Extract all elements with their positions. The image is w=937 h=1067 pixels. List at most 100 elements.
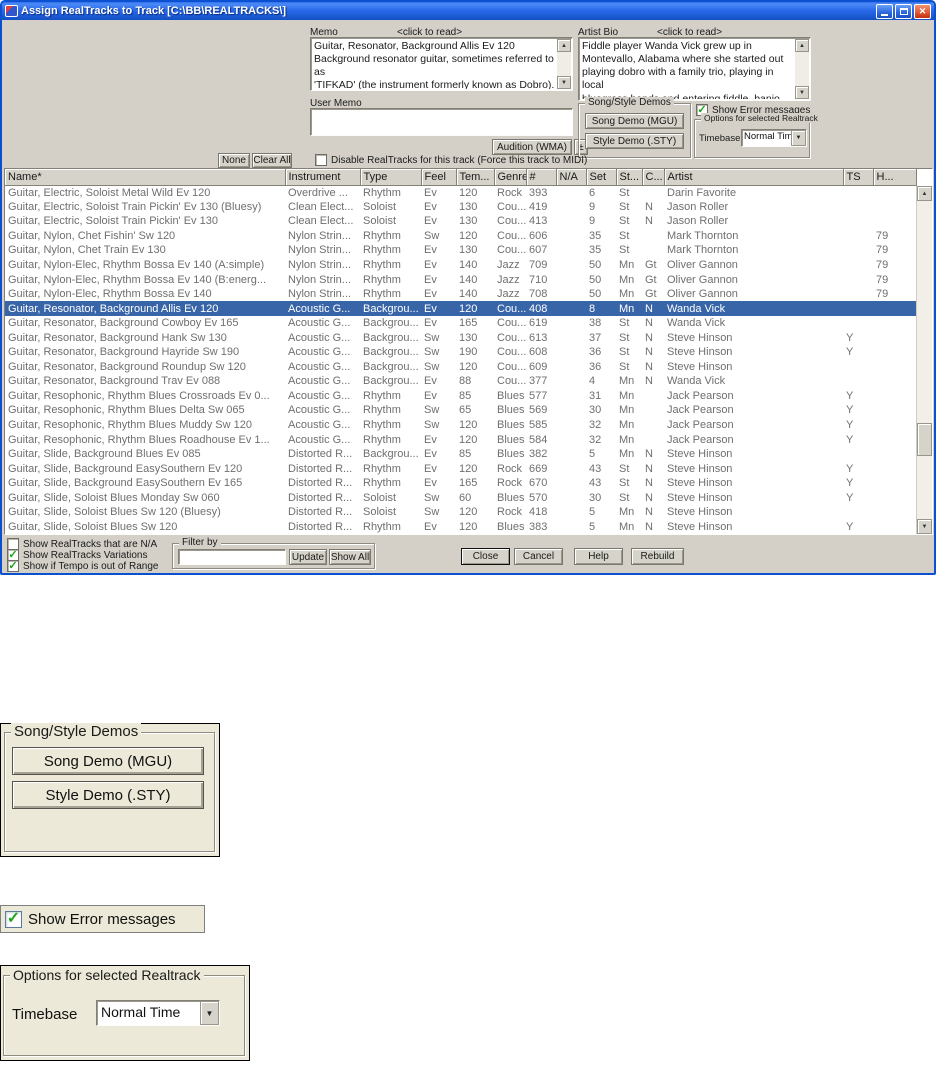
column-header-c[interactable]: C... xyxy=(642,169,665,186)
memo-text: Guitar, Resonator, Background Allis Ev 1… xyxy=(314,40,555,89)
song-demo-button[interactable]: Song Demo (MGU) xyxy=(585,113,684,129)
cell: Mn xyxy=(619,375,635,388)
realtracks-row[interactable]: Guitar, Slide, Background Blues Ev 085 Di… xyxy=(5,447,916,462)
cell xyxy=(556,374,586,389)
cell: 140 xyxy=(459,288,478,301)
checkbox-icon[interactable] xyxy=(315,154,327,166)
show-all-button[interactable]: Show All xyxy=(329,549,371,565)
realtracks-row[interactable]: Guitar, Nylon, Chet Fishin' Sw 120 Nylon … xyxy=(5,229,916,244)
column-header-genre[interactable]: Genre xyxy=(494,169,527,186)
cell: Cou... xyxy=(497,360,526,373)
realtracks-row[interactable]: Guitar, Resophonic, Rhythm Blues Muddy S… xyxy=(5,418,916,433)
user-memo-box[interactable] xyxy=(310,108,573,136)
timebase-dropdown[interactable]: Normal Time ▼ xyxy=(96,1000,220,1026)
column-header-artist[interactable]: Artist xyxy=(664,169,844,186)
cell: 120 xyxy=(459,433,478,446)
cell: Ev xyxy=(424,317,437,330)
disable-realtracks-checkbox[interactable]: Disable RealTracks for this track (Force… xyxy=(315,154,587,166)
realtracks-row[interactable]: Guitar, Electric, Soloist Train Pickin' … xyxy=(5,200,916,215)
cell: Soloist xyxy=(363,215,397,228)
filter-input[interactable] xyxy=(178,549,286,565)
cell: Nylon Strin... xyxy=(288,259,351,271)
cell: Guitar, Slide, Soloist Blues Monday Sw 0… xyxy=(8,491,220,504)
realtracks-row[interactable]: Guitar, Slide, Soloist Blues Sw 120 Disto… xyxy=(5,520,916,534)
realtracks-row[interactable]: Guitar, Electric, Soloist Train Pickin' … xyxy=(5,214,916,229)
column-header-tem[interactable]: Tem... xyxy=(456,169,495,186)
column-header-ts[interactable]: TS xyxy=(843,169,874,186)
title-bar[interactable]: Assign RealTracks to Track [C:\BB\REALTR… xyxy=(2,2,934,20)
scroll-up-icon[interactable]: ▲ xyxy=(795,39,809,52)
column-header-instrument[interactable]: Instrument xyxy=(285,169,361,186)
timebase-dropdown[interactable]: Normal Time ▼ xyxy=(741,129,807,147)
cell: 36 xyxy=(589,360,602,373)
column-header-set[interactable]: Set xyxy=(586,169,617,186)
update-button[interactable]: Update xyxy=(289,549,327,565)
cell: 65 xyxy=(459,404,472,417)
column-header-na[interactable]: N/A xyxy=(556,169,587,186)
song-style-demos-title: Song/Style Demos xyxy=(585,97,674,108)
realtracks-row[interactable]: Guitar, Resophonic, Rhythm Blues Delta S… xyxy=(5,403,916,418)
options-group: Options for selected Realtrack Timebase … xyxy=(694,113,821,158)
checkbox-icon[interactable] xyxy=(7,560,19,572)
realtracks-row[interactable]: Guitar, Slide, Soloist Blues Monday Sw 0… xyxy=(5,490,916,505)
realtracks-row[interactable]: Guitar, Resonator, Background Allis Ev 1… xyxy=(5,301,916,316)
rebuild-button[interactable]: Rebuild xyxy=(631,548,684,565)
scroll-up-icon[interactable]: ▲ xyxy=(557,39,571,52)
scroll-down-icon[interactable]: ▼ xyxy=(557,76,571,89)
realtracks-row[interactable]: Guitar, Nylon-Elec, Rhythm Bossa Ev 140 N… xyxy=(5,287,916,302)
help-button[interactable]: Help xyxy=(574,548,623,565)
scroll-down-icon[interactable]: ▼ xyxy=(917,519,932,534)
realtracks-row[interactable]: Guitar, Resonator, Background Hayride Sw… xyxy=(5,345,916,360)
chevron-down-icon[interactable]: ▼ xyxy=(200,1001,219,1025)
none-button[interactable]: None xyxy=(218,153,250,168)
realtracks-row[interactable]: Guitar, Nylon-Elec, Rhythm Bossa Ev 140 … xyxy=(5,272,916,287)
cell: Cou... xyxy=(497,346,526,359)
cell: 43 xyxy=(589,462,602,475)
realtracks-row[interactable]: Guitar, Resonator, Background Trav Ev 08… xyxy=(5,374,916,389)
style-demo-button[interactable]: Style Demo (.STY) xyxy=(585,133,684,149)
column-header-h[interactable]: H... xyxy=(873,169,917,186)
cell: Steve Hinson xyxy=(667,506,733,519)
cell: 79 xyxy=(876,288,889,301)
realtracks-row[interactable]: Guitar, Electric, Soloist Metal Wild Ev … xyxy=(5,185,916,200)
close-window-button[interactable]: ✕ xyxy=(914,3,931,19)
realtracks-row[interactable]: Guitar, Resophonic, Rhythm Blues Roadhou… xyxy=(5,432,916,447)
audition-wma-button[interactable]: Audition (WMA) xyxy=(492,139,572,155)
close-button[interactable]: Close xyxy=(461,548,510,565)
artist-bio-box[interactable]: Fiddle player Wanda Vick grew up in Mont… xyxy=(578,37,811,101)
column-header-type[interactable]: Type xyxy=(360,169,422,186)
checkbox-icon[interactable] xyxy=(5,910,22,928)
realtracks-row[interactable]: Guitar, Slide, Background EasySouthern E… xyxy=(5,461,916,476)
cell xyxy=(556,461,586,476)
scroll-down-icon[interactable]: ▼ xyxy=(795,86,809,99)
cell: Guitar, Slide, Soloist Blues Sw 120 xyxy=(8,520,178,533)
cell: Ev xyxy=(421,301,456,316)
scrollbar-thumb[interactable] xyxy=(917,423,932,456)
realtracks-row[interactable]: Guitar, Resophonic, Rhythm Blues Crossro… xyxy=(5,389,916,404)
realtracks-row[interactable]: Guitar, Nylon, Chet Train Ev 130 Nylon St… xyxy=(5,243,916,258)
column-header-name[interactable]: Name* xyxy=(5,169,286,186)
song-demo-button[interactable]: Song Demo (MGU) xyxy=(12,747,204,775)
minimize-button[interactable] xyxy=(876,3,893,19)
realtracks-row[interactable]: Guitar, Resonator, Background Hank Sw 13… xyxy=(5,330,916,345)
cell: 32 xyxy=(589,419,602,432)
clear-all-button[interactable]: Clear All xyxy=(252,153,292,168)
scroll-up-icon[interactable]: ▲ xyxy=(917,186,932,201)
realtracks-row[interactable]: Guitar, Resonator, Background Roundup Sw… xyxy=(5,360,916,375)
realtracks-row[interactable]: Guitar, Slide, Background EasySouthern E… xyxy=(5,476,916,491)
column-header-st[interactable]: St... xyxy=(616,169,643,186)
maximize-button[interactable] xyxy=(895,3,912,19)
column-header-[interactable]: # xyxy=(526,169,557,186)
cell: St xyxy=(619,477,630,490)
column-header-feel[interactable]: Feel xyxy=(421,169,457,186)
cancel-button[interactable]: Cancel xyxy=(514,548,563,565)
realtracks-row[interactable]: Guitar, Nylon-Elec, Rhythm Bossa Ev 140 … xyxy=(5,258,916,273)
style-demo-button[interactable]: Style Demo (.STY) xyxy=(12,781,204,809)
chevron-down-icon[interactable]: ▼ xyxy=(791,130,806,146)
realtracks-row[interactable]: Guitar, Resonator, Background Cowboy Ev … xyxy=(5,316,916,331)
realtracks-row[interactable]: Guitar, Slide, Soloist Blues Sw 120 (Blu… xyxy=(5,505,916,520)
show-tempo-checkbox[interactable]: Show if Tempo is out of Range xyxy=(7,560,158,572)
table-scrollbar[interactable]: ▲ ▼ xyxy=(916,186,932,534)
memo-box[interactable]: Guitar, Resonator, Background Allis Ev 1… xyxy=(310,37,573,91)
cell: 4 xyxy=(589,375,596,388)
